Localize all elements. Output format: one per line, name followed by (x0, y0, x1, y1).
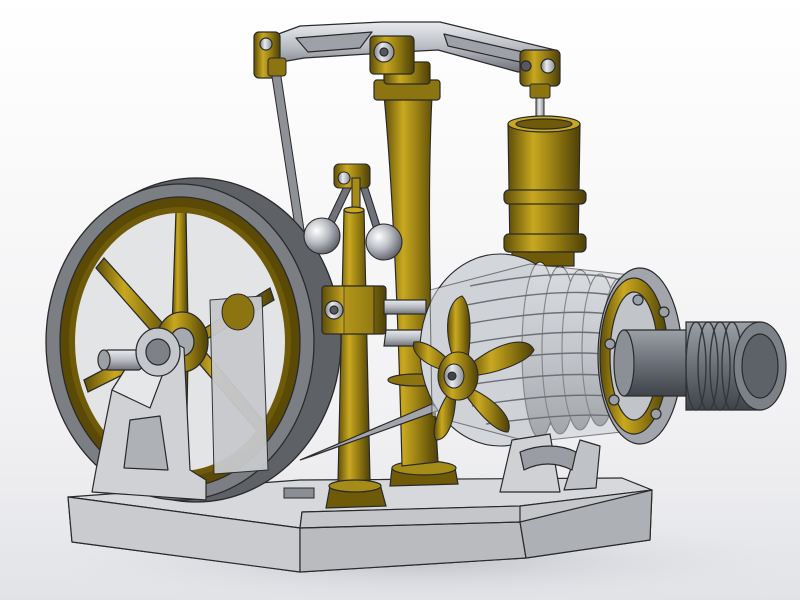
displacer-cylinder (503, 115, 587, 267)
flywheel (45, 177, 342, 503)
cylinder-saddle (499, 433, 601, 493)
flywheel-bearing-rear (209, 293, 269, 475)
base-slot (283, 487, 315, 499)
engine-illustration (0, 0, 800, 600)
cad-render-scene (0, 0, 800, 600)
